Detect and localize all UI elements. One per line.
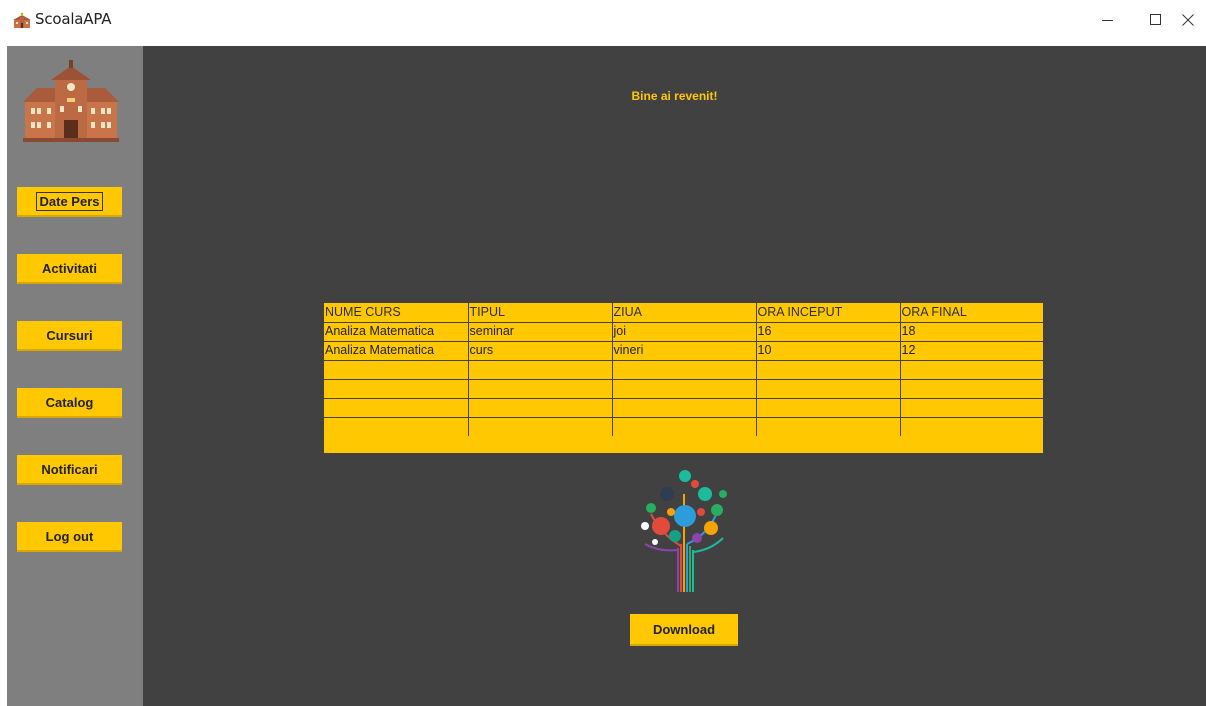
table-cell[interactable] [900,360,1043,380]
table-header-row: NUME CURS TIPUL ZIUA ORA INCEPUT ORA FIN… [324,303,1043,323]
minimize-button[interactable] [1085,6,1131,34]
table-cell[interactable]: 18 [900,322,1043,342]
table-cell[interactable] [756,379,901,399]
table-cell[interactable] [324,360,469,380]
table-cell[interactable] [900,379,1043,399]
sidebar-item-catalog[interactable]: Catalog [17,388,122,418]
table-empty-area [324,436,1043,453]
column-header-ora-final[interactable]: ORA FINAL [900,303,1043,323]
table-row[interactable]: Analiza Matematica seminar joi 16 18 [324,322,1043,342]
table-cell[interactable] [612,398,757,418]
sidebar-item-log-out[interactable]: Log out [17,522,122,552]
knowledge-tree-illustration [641,470,727,592]
sidebar: Date Pers Activitati Cursuri Catalog Not… [7,46,143,706]
table-cell[interactable]: 10 [756,341,901,361]
sidebar-item-label: Cursuri [46,327,93,343]
table-row[interactable] [324,379,1043,399]
table-cell[interactable] [756,417,901,437]
table-row[interactable]: Analiza Matematica curs vineri 10 12 [324,341,1043,361]
table-cell[interactable] [900,398,1043,418]
table-cell[interactable]: joi [612,322,757,342]
main-panel: Bine ai revenit! NUME CURS TIPUL ZIUA OR… [143,46,1206,706]
sidebar-item-label: Catalog [45,394,94,410]
welcome-message: Bine ai revenit! [631,89,718,103]
table-cell[interactable]: vineri [612,341,757,361]
table-cell[interactable]: Analiza Matematica [324,322,469,342]
minimize-icon [1102,20,1113,21]
close-icon [1182,14,1194,26]
sidebar-item-date-pers[interactable]: Date Pers [17,187,122,217]
table-cell[interactable]: 16 [756,322,901,342]
sidebar-item-label: Log out [45,528,94,544]
column-header-nume-curs[interactable]: NUME CURS [324,303,469,323]
column-header-ora-inceput[interactable]: ORA INCEPUT [756,303,901,323]
sidebar-item-label: Activitati [42,260,97,276]
schedule-table[interactable]: NUME CURS TIPUL ZIUA ORA INCEPUT ORA FIN… [324,303,1043,437]
table-row[interactable] [324,360,1043,380]
table-cell[interactable]: Analiza Matematica [324,341,469,361]
table-cell[interactable] [756,360,901,380]
download-button[interactable]: Download [630,614,738,646]
table-cell[interactable] [468,398,613,418]
table-cell[interactable] [612,417,757,437]
sidebar-item-cursuri[interactable]: Cursuri [17,321,122,351]
window-titlebar: ScoalaAPA [0,0,1206,40]
table-cell[interactable]: curs [468,341,613,361]
window-title: ScoalaAPA [35,10,112,28]
table-cell[interactable] [900,417,1043,437]
sidebar-item-label: Date Pers [35,191,104,211]
table-cell[interactable]: 12 [900,341,1043,361]
school-app-icon [13,13,31,28]
sidebar-item-activitati[interactable]: Activitati [17,254,122,284]
table-cell[interactable] [468,360,613,380]
sidebar-item-notificari[interactable]: Notificari [17,455,122,485]
table-cell[interactable] [468,417,613,437]
table-cell[interactable] [612,379,757,399]
table-cell[interactable] [756,398,901,418]
table-cell[interactable] [324,417,469,437]
table-row[interactable] [324,417,1043,437]
column-header-ziua[interactable]: ZIUA [612,303,757,323]
close-button[interactable] [1165,6,1206,34]
table-row[interactable] [324,398,1043,418]
table-cell[interactable]: seminar [468,322,613,342]
table-cell[interactable] [324,398,469,418]
table-cell[interactable] [468,379,613,399]
sidebar-item-label: Notificari [41,461,98,477]
school-building-logo [23,60,119,142]
table-cell[interactable] [324,379,469,399]
column-header-tipul[interactable]: TIPUL [468,303,613,323]
maximize-icon [1150,14,1161,25]
table-cell[interactable] [612,360,757,380]
